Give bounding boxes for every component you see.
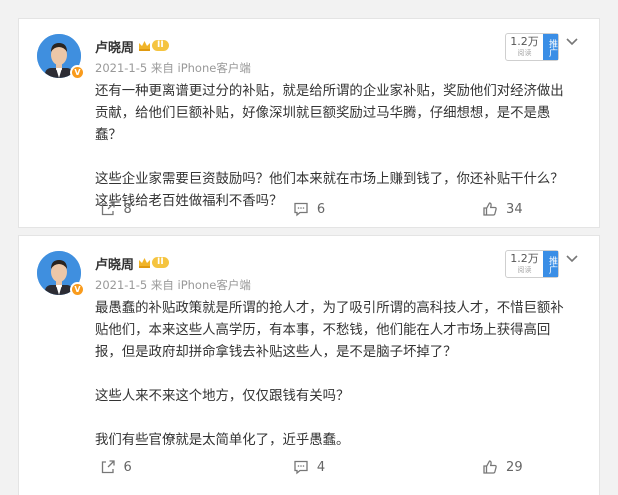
crown-icon (139, 257, 150, 268)
like-button[interactable]: 29 (406, 455, 599, 479)
author-name[interactable]: 卢晓周 (95, 254, 134, 273)
comment-icon (294, 202, 308, 217)
verified-badge-icon: V (70, 282, 85, 297)
level-label: II (152, 39, 169, 51)
post-actions: 6 4 29 (19, 455, 599, 479)
share-button[interactable]: 8 (19, 197, 212, 221)
post-body: 还有一种更离谱更过分的补贴，就是给所谓的企业家补贴，奖励他们对经济做出贡献，给他… (95, 81, 577, 213)
level-label: II (152, 256, 169, 268)
read-count: 1.2万 阅读 (506, 34, 543, 60)
post-source: 来自 iPhone客户端 (150, 278, 251, 292)
chevron-down-icon[interactable] (565, 35, 579, 49)
post-paragraph: 还有一种更离谱更过分的补贴，就是给所谓的企业家补贴，奖励他们对经济做出贡献，给他… (95, 84, 564, 143)
author-name[interactable]: 卢晓周 (95, 37, 134, 56)
post-paragraph: 这些人来不来这个地方，仅仅跟钱有关吗？ (95, 389, 350, 404)
read-count-value: 1.2万 (510, 252, 539, 265)
verified-badge-icon: V (70, 65, 85, 80)
read-count-label: 阅读 (517, 266, 532, 274)
level-badge[interactable]: II (138, 38, 169, 52)
read-count: 1.2万 阅读 (506, 251, 543, 277)
like-count: 29 (506, 459, 523, 475)
share-icon (101, 202, 115, 216)
promote-button[interactable]: 推广 (543, 34, 558, 60)
comment-count: 6 (316, 201, 326, 217)
post-body: 最愚蠢的补贴政策就是所谓的抢人才，为了吸引所谓的高科技人才，不惜巨额补贴他们，本… (95, 298, 577, 452)
post-date[interactable]: 2021-1-5 (95, 278, 147, 292)
post-meta: 2021-1-5 来自 iPhone客户端 (95, 277, 251, 293)
comment-icon (294, 460, 308, 475)
read-count-widget[interactable]: 1.2万 阅读 推广 (505, 33, 559, 61)
read-count-label: 阅读 (517, 49, 532, 57)
like-count: 34 (506, 201, 523, 217)
post-card: V 卢晓周 II 2021-1-5 来自 iPhone客户端 1.2万 阅读 推… (18, 18, 600, 228)
level-badge[interactable]: II (138, 255, 169, 269)
weibo-feed: V 卢晓周 II 2021-1-5 来自 iPhone客户端 1.2万 阅读 推… (0, 0, 618, 495)
comment-count: 4 (316, 459, 326, 475)
share-button[interactable]: 6 (19, 455, 212, 479)
promote-button[interactable]: 推广 (543, 251, 558, 277)
like-button[interactable]: 34 (406, 197, 599, 221)
read-count-widget[interactable]: 1.2万 阅读 推广 (505, 250, 559, 278)
post-actions: 8 6 34 (19, 197, 599, 221)
post-date[interactable]: 2021-1-5 (95, 61, 147, 75)
share-icon (101, 460, 115, 474)
share-count: 6 (123, 459, 132, 475)
chevron-down-icon[interactable] (565, 252, 579, 266)
read-count-value: 1.2万 (510, 35, 539, 48)
comment-button[interactable]: 6 (212, 197, 405, 221)
crown-icon (139, 40, 150, 51)
like-icon (483, 460, 497, 474)
comment-button[interactable]: 4 (212, 455, 405, 479)
post-source: 来自 iPhone客户端 (150, 61, 251, 75)
post-card: V 卢晓周 II 2021-1-5 来自 iPhone客户端 1.2万 阅读 推… (18, 235, 600, 495)
share-count: 8 (123, 201, 132, 217)
post-paragraph: 最愚蠢的补贴政策就是所谓的抢人才，为了吸引所谓的高科技人才，不惜巨额补贴他们，本… (95, 301, 564, 360)
post-paragraph: 我们有些官僚就是太简单化了，近乎愚蠢。 (95, 433, 350, 448)
post-meta: 2021-1-5 来自 iPhone客户端 (95, 60, 251, 76)
like-icon (483, 202, 497, 216)
